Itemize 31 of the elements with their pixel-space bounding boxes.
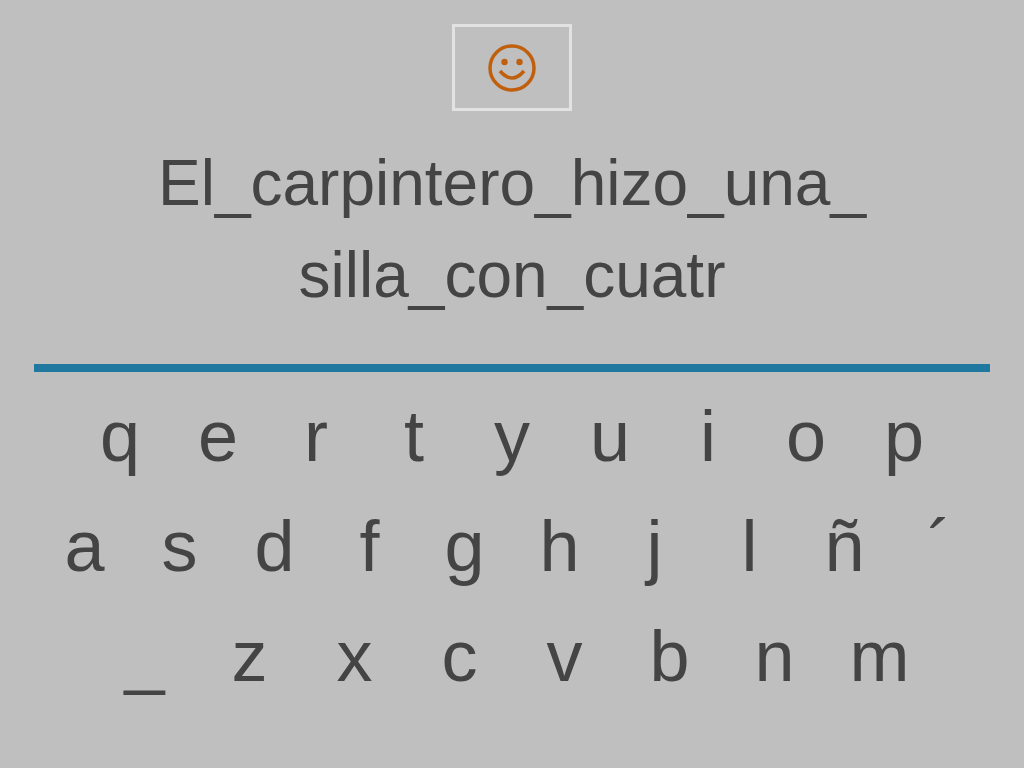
letter-key[interactable]: n <box>722 606 827 706</box>
sentence-text: silla_con_cuatr <box>298 238 726 313</box>
letter-key[interactable]: t <box>365 386 463 486</box>
letter-key[interactable]: ´ <box>892 496 987 596</box>
letter-key[interactable]: b <box>617 606 722 706</box>
letter-key[interactable]: v <box>512 606 617 706</box>
letter-key[interactable]: g <box>417 496 512 596</box>
letter-key[interactable]: d <box>227 496 322 596</box>
letter-key[interactable]: ñ <box>797 496 892 596</box>
letter-key[interactable]: z <box>197 606 302 706</box>
letter-key[interactable]: e <box>169 386 267 486</box>
letter-key[interactable]: r <box>267 386 365 486</box>
letter-key[interactable]: u <box>561 386 659 486</box>
letter-key[interactable]: m <box>827 606 932 706</box>
letter-key[interactable]: s <box>132 496 227 596</box>
letter-key[interactable]: o <box>757 386 855 486</box>
letter-key[interactable]: p <box>855 386 953 486</box>
letter-key[interactable]: a <box>37 496 132 596</box>
letter-key[interactable]: x <box>302 606 407 706</box>
letter-key[interactable]: j <box>607 496 702 596</box>
sentence-text: El_carpintero_hizo_una_ <box>157 146 867 221</box>
smiley-button[interactable] <box>452 24 572 111</box>
letter-key[interactable]: y <box>463 386 561 486</box>
letter-key[interactable]: q <box>71 386 169 486</box>
letter-key[interactable]: h <box>512 496 607 596</box>
smiley-icon <box>487 42 537 93</box>
letter-key[interactable]: l <box>702 496 797 596</box>
letter-key[interactable]: c <box>407 606 512 706</box>
letter-key[interactable]: f <box>322 496 417 596</box>
letter-key[interactable]: _ <box>92 606 197 706</box>
letter-key[interactable]: i <box>659 386 757 486</box>
